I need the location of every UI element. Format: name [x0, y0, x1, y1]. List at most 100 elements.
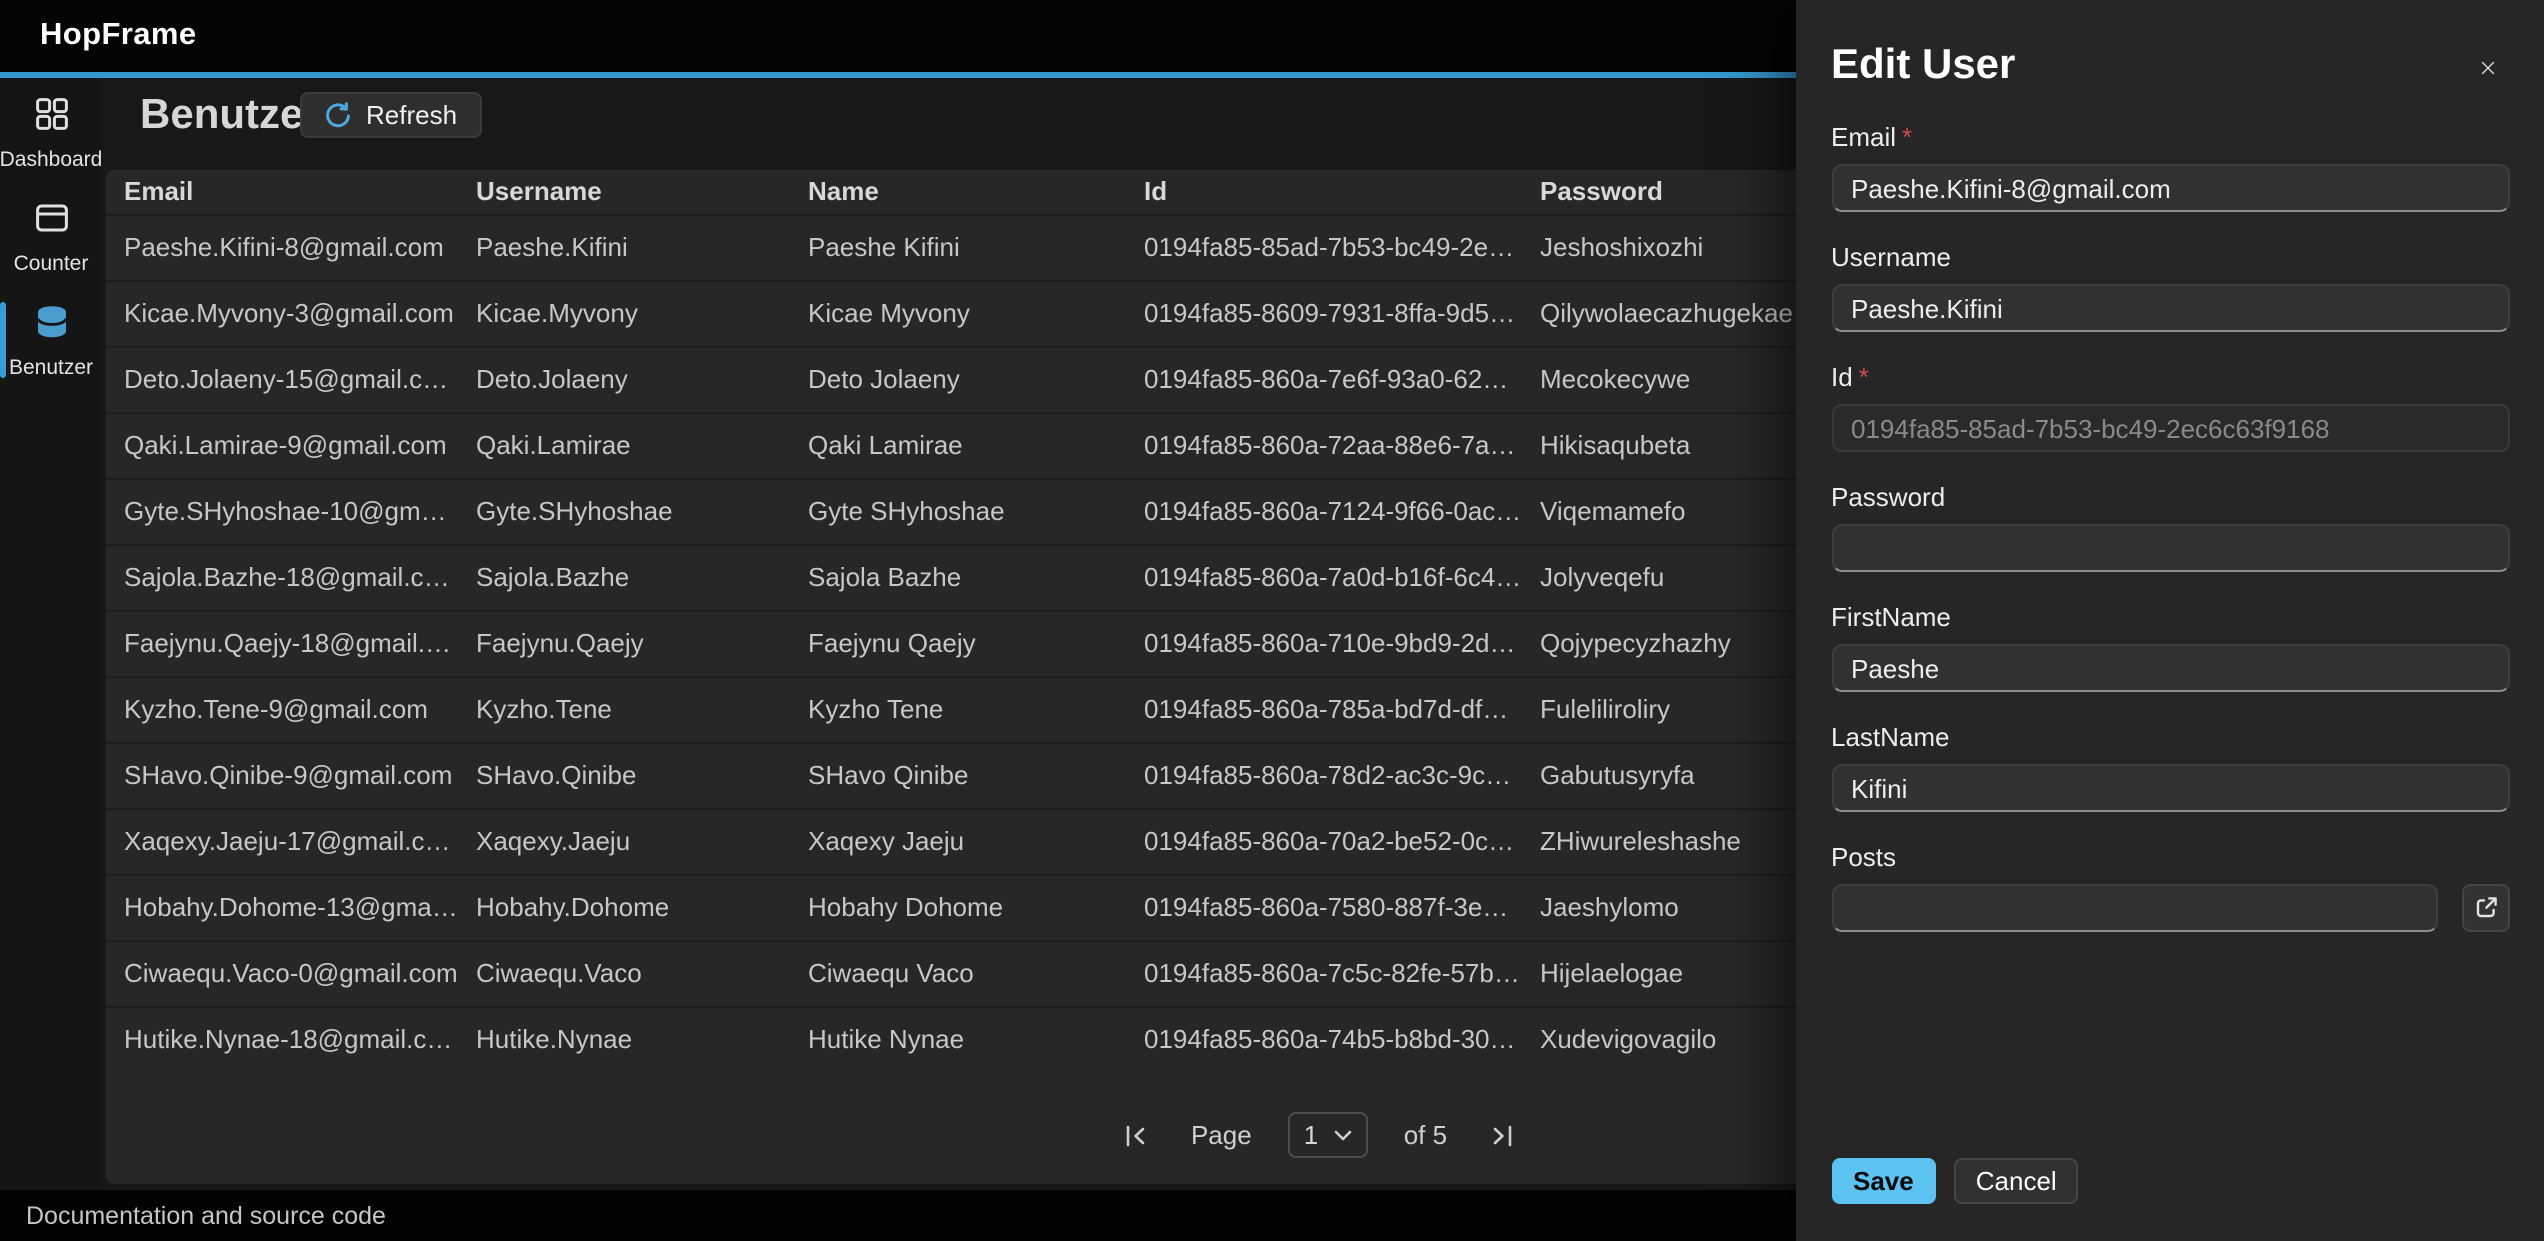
cell-username: Kyzho.Tene	[458, 694, 790, 724]
window-icon	[31, 197, 71, 247]
page-count-label: of 5	[1404, 1120, 1447, 1150]
email-label: Email	[1831, 122, 1896, 152]
cell-name: Qaki Lamirae	[790, 430, 1126, 460]
grid-icon	[31, 93, 71, 143]
email-field[interactable]	[1831, 164, 2510, 212]
first-page-icon[interactable]	[1119, 1117, 1155, 1153]
cell-id: 0194fa85-860a-7580-887f-3e161d9b…	[1126, 892, 1522, 922]
cell-email: Hutike.Nynae-18@gmail.com	[106, 1024, 458, 1054]
cell-name: Xaqexy Jaeju	[790, 826, 1126, 856]
refresh-button-label: Refresh	[366, 100, 457, 130]
cell-name: SHavo Qinibe	[790, 760, 1126, 790]
password-field[interactable]	[1831, 524, 2510, 572]
close-icon[interactable]	[2468, 48, 2508, 88]
cell-username: Sajola.Bazhe	[458, 562, 790, 592]
cell-id: 0194fa85-860a-7c5c-82fe-57bf8583…	[1126, 958, 1522, 988]
sidebar-item-benutzer[interactable]: Benutzer	[0, 298, 102, 382]
column-header-name[interactable]: Name	[790, 176, 1126, 206]
cell-username: Hutike.Nynae	[458, 1024, 790, 1054]
cell-name: Faejynu Qaejy	[790, 628, 1126, 658]
cell-name: Hobahy Dohome	[790, 892, 1126, 922]
username-label: Username	[1831, 242, 2510, 274]
id-label: Id	[1831, 362, 1853, 392]
cell-name: Hutike Nynae	[790, 1024, 1126, 1054]
cell-email: Kyzho.Tene-9@gmail.com	[106, 694, 458, 724]
column-header-username[interactable]: Username	[458, 176, 790, 206]
refresh-button[interactable]: Refresh	[300, 92, 481, 138]
cell-username: Ciwaequ.Vaco	[458, 958, 790, 988]
cell-id: 0194fa85-860a-78d2-ac3c-9c10ace6…	[1126, 760, 1522, 790]
cell-username: Deto.Jolaeny	[458, 364, 790, 394]
sidebar: Dashboard Counter Benutzer	[0, 78, 102, 1189]
edit-user-drawer: Edit User Email* Username Id* Password F…	[1795, 0, 2544, 1241]
cell-id: 0194fa85-860a-74b5-b8bd-307bf7ea…	[1126, 1024, 1522, 1054]
cell-name: Gyte SHyhoshae	[790, 496, 1126, 526]
save-button[interactable]: Save	[1831, 1157, 1936, 1203]
cell-username: SHavo.Qinibe	[458, 760, 790, 790]
password-field-group: Password	[1831, 482, 2510, 572]
cell-id: 0194fa85-85ad-7b53-bc49-2ec6c63f…	[1126, 232, 1522, 262]
lastname-field[interactable]	[1831, 764, 2510, 812]
cell-email: Kicae.Myvony-3@gmail.com	[106, 298, 458, 328]
chevron-down-icon	[1334, 1129, 1352, 1141]
cancel-button[interactable]: Cancel	[1954, 1157, 2079, 1203]
cell-name: Ciwaequ Vaco	[790, 958, 1126, 988]
cell-username: Faejynu.Qaejy	[458, 628, 790, 658]
cell-id: 0194fa85-860a-7a0d-b16f-6c47a9ae…	[1126, 562, 1522, 592]
cell-email: Paeshe.Kifini-8@gmail.com	[106, 232, 458, 262]
brand-title: HopFrame	[40, 0, 197, 72]
cell-id: 0194fa85-860a-70a2-be52-0c13883d…	[1126, 826, 1522, 856]
id-field-group: Id*	[1831, 362, 2510, 452]
page-title: Benutzer	[140, 90, 320, 140]
cell-email: Ciwaequ.Vaco-0@gmail.com	[106, 958, 458, 988]
cell-id: 0194fa85-860a-785a-bd7d-dfab9a3f…	[1126, 694, 1522, 724]
sidebar-item-label: Dashboard	[0, 147, 102, 171]
cell-username: Hobahy.Dohome	[458, 892, 790, 922]
username-field[interactable]	[1831, 284, 2510, 332]
cell-username: Paeshe.Kifini	[458, 232, 790, 262]
cell-name: Paeshe Kifini	[790, 232, 1126, 262]
posts-field[interactable]	[1831, 884, 2438, 932]
cell-email: Sajola.Bazhe-18@gmail.com	[106, 562, 458, 592]
cell-username: Gyte.SHyhoshae	[458, 496, 790, 526]
cell-email: Qaki.Lamirae-9@gmail.com	[106, 430, 458, 460]
lastname-field-group: LastName	[1831, 722, 2510, 812]
sidebar-item-label: Benutzer	[9, 355, 93, 379]
last-page-icon[interactable]	[1483, 1117, 1519, 1153]
username-field-group: Username	[1831, 242, 2510, 332]
sidebar-item-label: Counter	[14, 251, 89, 275]
page-select[interactable]: 1	[1288, 1112, 1368, 1158]
cell-email: Faejynu.Qaejy-18@gmail.com	[106, 628, 458, 658]
firstname-field-group: FirstName	[1831, 602, 2510, 692]
cell-name: Deto Jolaeny	[790, 364, 1126, 394]
firstname-field[interactable]	[1831, 644, 2510, 692]
cell-name: Kicae Myvony	[790, 298, 1126, 328]
drawer-title: Edit User	[1831, 0, 2510, 92]
open-external-icon[interactable]	[2462, 884, 2510, 932]
cell-email: Gyte.SHyhoshae-10@gmail.com	[106, 496, 458, 526]
cell-id: 0194fa85-860a-7124-9f66-0ac02d68…	[1126, 496, 1522, 526]
sidebar-item-counter[interactable]: Counter	[0, 194, 102, 278]
cell-id: 0194fa85-860a-72aa-88e6-7adeb902…	[1126, 430, 1522, 460]
column-header-id[interactable]: Id	[1126, 176, 1522, 206]
cell-email: Hobahy.Dohome-13@gmail.com	[106, 892, 458, 922]
sidebar-item-dashboard[interactable]: Dashboard	[0, 90, 102, 174]
cell-username: Xaqexy.Jaeju	[458, 826, 790, 856]
cell-username: Kicae.Myvony	[458, 298, 790, 328]
cell-id: 0194fa85-8609-7931-8ffa-9d54dc69…	[1126, 298, 1522, 328]
cell-name: Sajola Bazhe	[790, 562, 1126, 592]
cell-username: Qaki.Lamirae	[458, 430, 790, 460]
database-icon	[31, 301, 71, 351]
email-field-group: Email*	[1831, 122, 2510, 212]
posts-label: Posts	[1831, 842, 2510, 874]
page-label: Page	[1191, 1120, 1252, 1150]
column-header-email[interactable]: Email	[106, 176, 458, 206]
cell-email: Deto.Jolaeny-15@gmail.com	[106, 364, 458, 394]
posts-field-group: Posts	[1831, 842, 2510, 932]
documentation-link[interactable]: Documentation and source code	[26, 1189, 386, 1241]
id-field	[1831, 404, 2510, 452]
cell-email: Xaqexy.Jaeju-17@gmail.com	[106, 826, 458, 856]
refresh-icon	[324, 101, 352, 129]
drawer-actions: Save Cancel	[1831, 1157, 2079, 1203]
page-select-value: 1	[1304, 1120, 1318, 1150]
